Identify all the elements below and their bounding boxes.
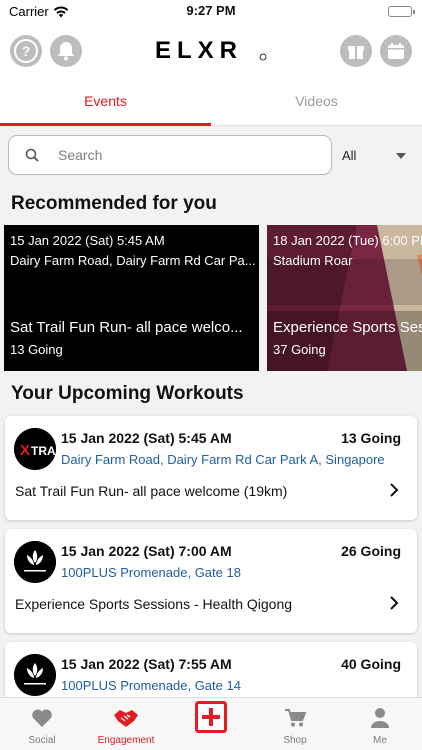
event-going-count: 37 Going xyxy=(273,342,326,357)
battery-icon xyxy=(388,6,415,17)
tab-events[interactable]: Events xyxy=(0,78,211,126)
recommended-carousel[interactable]: 15 Jan 2022 (Sat) 5:45 AM Dairy Farm Roa… xyxy=(4,225,422,371)
cart-icon xyxy=(253,705,337,731)
workout-location-link[interactable]: 100PLUS Promenade, Gate 18 xyxy=(61,565,241,580)
heart-icon xyxy=(0,705,84,731)
search-icon xyxy=(25,148,39,167)
organizer-avatar: X TRA xyxy=(14,428,56,470)
workout-going-count: 26 Going xyxy=(341,543,401,559)
search-input[interactable]: Search xyxy=(8,135,332,175)
event-card[interactable]: 15 Jan 2022 (Sat) 5:45 AM Dairy Farm Roa… xyxy=(4,225,259,371)
workout-location-link[interactable]: 100PLUS Promenade, Gate 14 xyxy=(61,678,241,693)
svg-text:X: X xyxy=(20,442,30,459)
workout-location-link[interactable]: Dairy Farm Road, Dairy Farm Rd Car Park … xyxy=(61,452,385,467)
upcoming-heading: Your Upcoming Workouts xyxy=(11,383,244,404)
chevron-right-icon[interactable] xyxy=(389,482,399,503)
app-header: ? ELXR xyxy=(0,24,422,78)
plus-box-icon xyxy=(169,701,253,733)
workout-datetime: 15 Jan 2022 (Sat) 5:45 AM xyxy=(61,430,232,446)
clock: 9:27 PM xyxy=(186,3,236,18)
calendar-icon[interactable] xyxy=(380,35,412,67)
workout-title: Sat Trail Fun Run- all pace welcome (19k… xyxy=(15,483,288,499)
svg-text:TRA: TRA xyxy=(31,444,56,458)
nav-me[interactable]: Me xyxy=(338,698,422,750)
handshake-icon xyxy=(84,705,168,731)
event-title: Sat Trail Fun Run- all pace welco... xyxy=(10,319,243,336)
event-going-count: 13 Going xyxy=(10,342,63,357)
event-date: 18 Jan 2022 (Tue) 6:00 PM xyxy=(273,233,422,248)
workout-card[interactable]: X TRA 15 Jan 2022 (Sat) 5:45 AM 13 Going … xyxy=(5,416,417,520)
workout-going-count: 13 Going xyxy=(341,430,401,446)
chevron-right-icon[interactable] xyxy=(389,595,399,616)
filter-value: All xyxy=(342,148,357,163)
workout-title: Experience Sports Sessions - Health Qigo… xyxy=(15,596,293,612)
bottom-nav: Social Engagement Shop Me xyxy=(0,697,422,750)
filter-dropdown[interactable]: All xyxy=(342,147,412,165)
nav-create[interactable] xyxy=(169,698,253,750)
nav-shop[interactable]: Shop xyxy=(253,698,337,750)
gift-icon[interactable] xyxy=(340,35,372,67)
organizer-avatar xyxy=(14,654,56,696)
event-card[interactable]: 18 Jan 2022 (Tue) 6:00 PM Stadium Roar E… xyxy=(267,225,422,371)
workout-datetime: 15 Jan 2022 (Sat) 7:00 AM xyxy=(61,543,232,559)
nav-label: Me xyxy=(373,735,387,746)
svg-text:ELXR: ELXR xyxy=(155,37,243,63)
organizer-avatar xyxy=(14,541,56,583)
nav-engagement[interactable]: Engagement xyxy=(84,698,168,750)
content-tabs: Events Videos xyxy=(0,78,422,126)
event-date: 15 Jan 2022 (Sat) 5:45 AM xyxy=(10,233,165,248)
workout-card[interactable]: 15 Jan 2022 (Sat) 7:00 AM 26 Going 100PL… xyxy=(5,529,417,633)
nav-social[interactable]: Social xyxy=(0,698,84,750)
nav-label: Shop xyxy=(283,735,307,746)
workout-datetime: 15 Jan 2022 (Sat) 7:55 AM xyxy=(61,656,232,672)
person-icon xyxy=(338,705,422,731)
nav-label: Social xyxy=(28,735,56,746)
bell-icon[interactable] xyxy=(50,35,82,67)
search-placeholder: Search xyxy=(58,147,103,163)
svg-text:?: ? xyxy=(22,43,31,59)
status-bar: Carrier 9:27 PM xyxy=(0,0,422,24)
event-location: Dairy Farm Road, Dairy Farm Rd Car Pa... xyxy=(10,253,256,268)
workout-going-count: 40 Going xyxy=(341,656,401,672)
nav-label: Engagement xyxy=(97,735,155,746)
event-location: Stadium Roar xyxy=(273,253,353,268)
tab-videos[interactable]: Videos xyxy=(211,78,422,126)
recommended-heading: Recommended for you xyxy=(11,193,217,214)
elxr-logo: ELXR xyxy=(155,37,267,64)
event-title: Experience Sports Sess xyxy=(273,319,422,336)
chevron-down-icon xyxy=(396,153,406,159)
help-icon[interactable]: ? xyxy=(10,35,42,67)
